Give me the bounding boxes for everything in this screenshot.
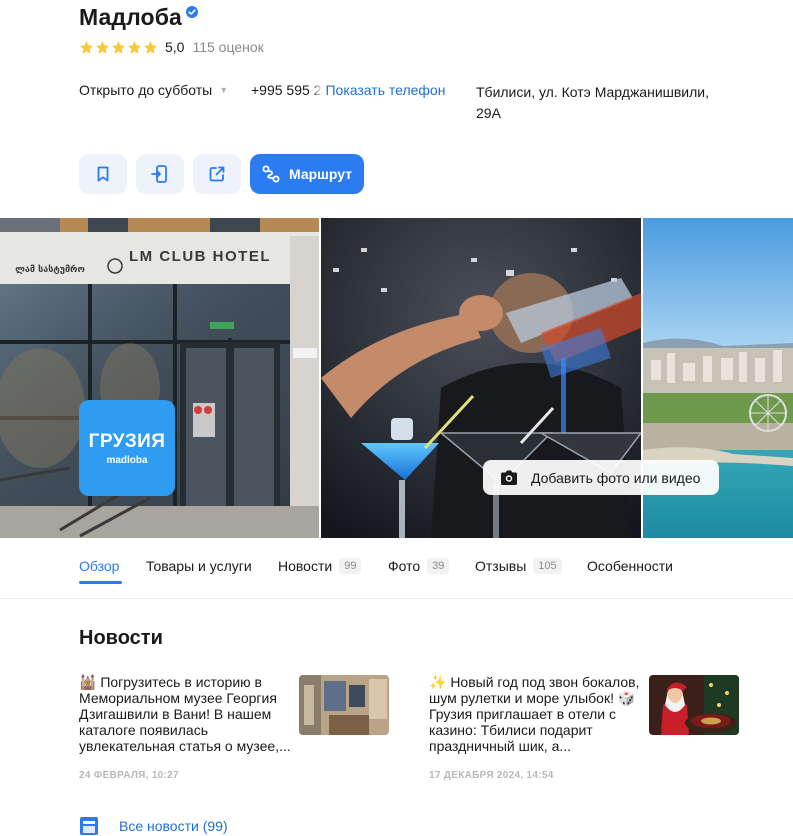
share-button[interactable] (193, 154, 241, 194)
tab-features[interactable]: Особенности (587, 558, 673, 574)
address[interactable]: Тбилиси, ул. Котэ Марджанишвили, 29А (476, 82, 726, 124)
all-news-label: Все новости (99) (119, 818, 228, 834)
action-buttons: Маршрут (79, 154, 365, 194)
news-date: 17 ДЕКАБРЯ 2024, 14:54 (429, 770, 554, 781)
tab-overview[interactable]: Обзор (79, 558, 119, 574)
bookmark-icon (97, 166, 109, 182)
hours-text: Открыто до субботы (79, 82, 213, 98)
title-row: Мадлоба (79, 0, 264, 34)
rating-stars (79, 40, 158, 55)
share-icon (209, 166, 225, 182)
tab-goods-services[interactable]: Товары и услуги (146, 558, 252, 574)
send-to-phone-icon (151, 165, 167, 183)
verified-badge-icon (185, 6, 198, 18)
news-text: 🕍 Погрузитесь в историю в Мемориальном м… (79, 674, 291, 754)
bookmark-button[interactable] (79, 154, 127, 194)
brand-subtitle: madloba (106, 454, 148, 466)
brand-logo-tile: ГРУЗИЯ madloba (79, 400, 175, 496)
info-row: Открыто до субботы ▼ +995 595 2 Показать… (79, 82, 793, 122)
tab-bar: Обзор Товары и услуги Новости 99 Фото 39… (0, 538, 793, 599)
star-icon (111, 40, 126, 54)
star-icon (95, 40, 110, 54)
news-item[interactable]: ✨ Новый год под звон бокалов, шум рулетк… (429, 674, 739, 784)
send-to-phone-button[interactable] (136, 154, 184, 194)
tab-label: Товары и услуги (146, 558, 252, 574)
tab-label: Новости (278, 558, 333, 574)
tab-label: Обзор (79, 558, 120, 574)
org-header: Мадлоба 5,0 115 оценок (79, 0, 264, 56)
show-phone-link[interactable]: Показать телефон (325, 82, 445, 98)
add-photo-label: Добавить фото или видео (531, 469, 701, 486)
news-thumbnail (299, 675, 389, 735)
news-list-icon (80, 817, 98, 835)
news-section-title: Новости (79, 627, 163, 649)
phone-block: +995 595 2 Показать телефон (251, 82, 445, 98)
route-icon (262, 165, 280, 183)
photo-gallery: LM CLUB HOTEL ლამ სასტუმრო ГРУЗИЯ madlob… (0, 218, 793, 538)
brand-title: ГРУЗИЯ (88, 430, 166, 452)
all-news-link[interactable]: Все новости (99) (79, 816, 228, 836)
news-thumbnail (649, 675, 739, 735)
rating-row[interactable]: 5,0 115 оценок (79, 38, 264, 56)
hotel-sign-georgian: ლამ სასტუმრო (15, 264, 85, 275)
tab-label: Отзывы (475, 558, 527, 574)
add-photo-button[interactable]: Добавить фото или видео (483, 460, 719, 495)
route-button[interactable]: Маршрут (250, 154, 365, 194)
star-icon (143, 40, 158, 54)
news-date: 24 ФЕВРАЛЯ, 10:27 (79, 770, 179, 781)
tab-count-badge: 39 (427, 558, 450, 574)
chevron-down-icon: ▼ (219, 85, 229, 95)
tab-label: Фото (388, 558, 421, 574)
phone-number-partial: +995 595 2 (251, 82, 324, 98)
gallery-photo-hotel[interactable]: LM CLUB HOTEL ლამ სასტუმრო ГРУЗИЯ madlob… (0, 218, 319, 538)
route-label: Маршрут (289, 166, 353, 182)
tab-label: Особенности (587, 558, 673, 574)
star-icon (79, 40, 94, 54)
reviews-count[interactable]: 115 оценок (192, 39, 263, 55)
tab-photos[interactable]: Фото 39 (388, 558, 450, 574)
org-name: Мадлоба (79, 3, 182, 30)
tab-count-badge: 99 (339, 558, 362, 574)
camera-icon (501, 470, 517, 485)
news-text: ✨ Новый год под звон бокалов, шум рулетк… (429, 674, 640, 754)
active-tab-indicator (79, 581, 122, 584)
rating-value: 5,0 (165, 39, 185, 55)
tab-count-badge: 105 (533, 558, 562, 574)
tab-reviews[interactable]: Отзывы 105 (475, 558, 562, 574)
news-item[interactable]: 🕍 Погрузитесь в историю в Мемориальном м… (79, 674, 389, 784)
working-hours[interactable]: Открыто до субботы ▼ (79, 82, 228, 98)
star-icon (127, 40, 142, 54)
santa-casino-thumbnail-image (649, 675, 739, 735)
tab-news[interactable]: Новости 99 (278, 558, 362, 574)
museum-thumbnail-image (299, 675, 389, 735)
hotel-sign-text: LM CLUB HOTEL (129, 248, 271, 265)
